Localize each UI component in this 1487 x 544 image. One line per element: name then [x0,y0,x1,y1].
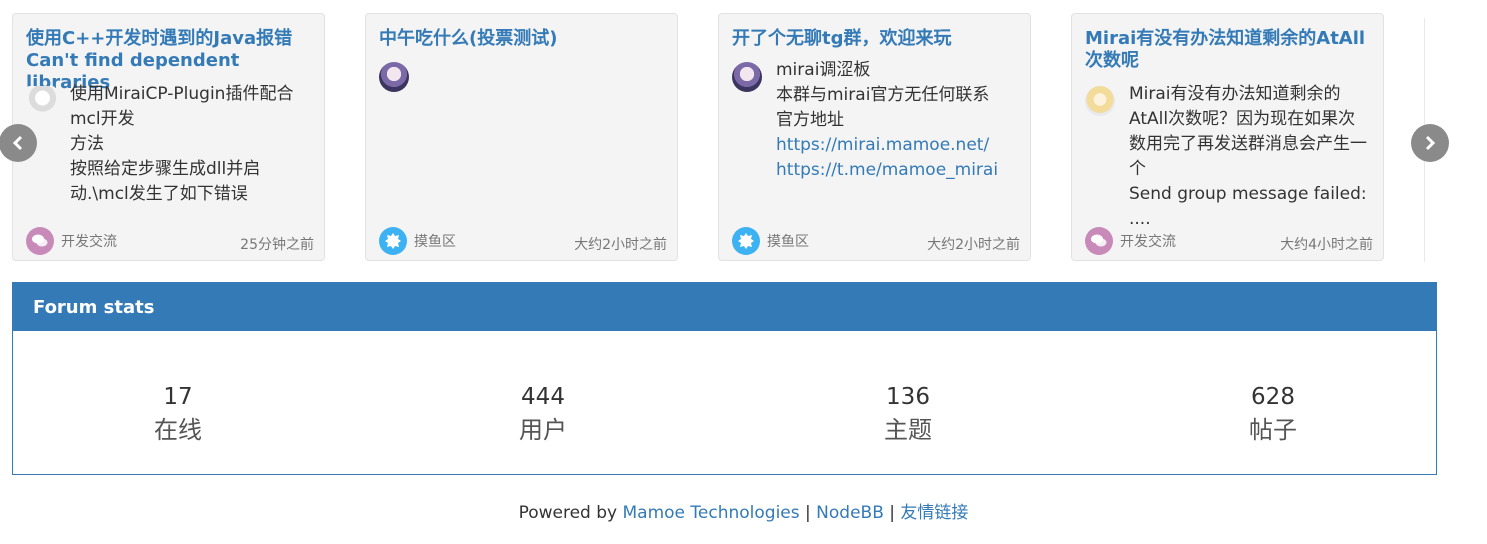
stat-value: 17 [163,384,193,410]
stat-label: 用户 [519,416,567,444]
page-footer: Powered by Mamoe Technologies | NodeBB |… [0,500,1487,526]
excerpt-link[interactable]: https://t.me/mamoe_mirai [776,160,998,180]
stat-label: 主题 [884,416,932,444]
timeago: 大约2小时之前 [574,237,667,253]
footer-prefix: Powered by [518,503,618,523]
excerpt-line: Send group message failed: .... [1129,184,1367,229]
carousel-prev-button[interactable] [0,124,37,162]
forum-stats-panel: Forum stats 17 在线 444 用户 136 主题 628 帖子 [12,282,1437,475]
comments-icon[interactable] [26,227,54,255]
topic-title-link[interactable]: 开了个无聊tg群，欢迎来玩 [732,28,1022,50]
topic-excerpt: Mirai有没有办法知道剩余的AtAll次数呢？因为现在如果次数用完了再发送群消… [1129,82,1367,232]
excerpt-line: 官方地址 [776,110,844,130]
card-footer: 开发交流 大约4小时之前 [1085,226,1373,256]
timeago: 25分钟之前 [240,237,314,253]
footer-separator: | [889,503,896,523]
footer-link-mamoe[interactable]: Mamoe Technologies [623,503,800,523]
card-footer: 摸鱼区 大约2小时之前 [379,226,667,256]
topic-card[interactable]: Mirai有没有办法知道剩余的AtAll次数呢 Mirai有没有办法知道剩余的A… [1071,13,1384,261]
topic-title-link[interactable]: 中午吃什么(投票测试) [379,28,669,50]
carousel-next-button[interactable] [1411,124,1449,162]
excerpt-line: 方法 [70,134,104,154]
footer-link-nodebb[interactable]: NodeBB [816,503,884,523]
timeago: 大约4小时之前 [1280,237,1373,253]
stat-label: 在线 [154,416,202,444]
stat-value: 444 [521,384,565,410]
category-link[interactable]: 摸鱼区 [414,231,456,251]
stat-value: 628 [1251,384,1295,410]
excerpt-line: 按照给定步骤生成dll并启动.\mcl发生了如下错误 [70,159,261,204]
category-link[interactable]: 摸鱼区 [767,231,809,251]
chevron-left-icon [12,135,23,151]
footer-separator: | [805,503,811,523]
recent-topics-carousel: 使用C++开发时遇到的Java报错 Can't find dependent l… [0,0,1487,280]
topic-card[interactable]: 使用C++开发时遇到的Java报错 Can't find dependent l… [12,13,325,261]
excerpt-line: Mirai有没有办法知道剩余的AtAll次数呢？因为现在如果次数用完了再发送群消… [1129,84,1367,179]
user-avatar[interactable] [379,62,409,92]
badge-icon[interactable] [732,227,760,255]
card-footer: 开发交流 25分钟之前 [26,226,314,256]
topic-title-link[interactable]: Mirai有没有办法知道剩余的AtAll次数呢 [1085,28,1375,72]
timeago: 大约2小时之前 [927,237,1020,253]
user-avatar[interactable] [1085,86,1115,116]
category-link[interactable]: 开发交流 [61,231,117,251]
user-avatar[interactable] [26,86,56,116]
stat-topics: 136 主题 [808,383,1008,447]
footer-link-friends[interactable]: 友情链接 [900,503,968,523]
excerpt-line: 本群与mirai官方无任何联系 [776,85,990,105]
category-link[interactable]: 开发交流 [1120,231,1176,251]
excerpt-line: 使用MiraiCP-Plugin插件配合mcl开发 [70,84,294,129]
stat-value: 136 [886,384,930,410]
comments-icon[interactable] [1085,227,1113,255]
forum-stats-header: Forum stats [13,283,1436,331]
user-avatar[interactable] [732,62,762,92]
stat-posts: 628 帖子 [1173,383,1373,447]
stat-label: 帖子 [1249,416,1297,444]
topic-card[interactable]: 中午吃什么(投票测试) 摸鱼区 大约2小时之前 [365,13,678,261]
excerpt-link[interactable]: https://mirai.mamoe.net/ [776,135,989,155]
card-footer: 摸鱼区 大约2小时之前 [732,226,1020,256]
stat-online: 17 在线 [78,383,278,447]
topic-excerpt: 使用MiraiCP-Plugin插件配合mcl开发 方法 按照给定步骤生成dll… [70,82,302,207]
chevron-right-icon [1425,135,1436,151]
stat-users: 444 用户 [443,383,643,447]
excerpt-line: mirai调涩板 [776,60,871,80]
badge-icon[interactable] [379,227,407,255]
topic-excerpt: mirai调涩板 本群与mirai官方无任何联系 官方地址 https://mi… [776,58,1026,183]
topic-card[interactable]: 开了个无聊tg群，欢迎来玩 mirai调涩板 本群与mirai官方无任何联系 官… [718,13,1031,261]
